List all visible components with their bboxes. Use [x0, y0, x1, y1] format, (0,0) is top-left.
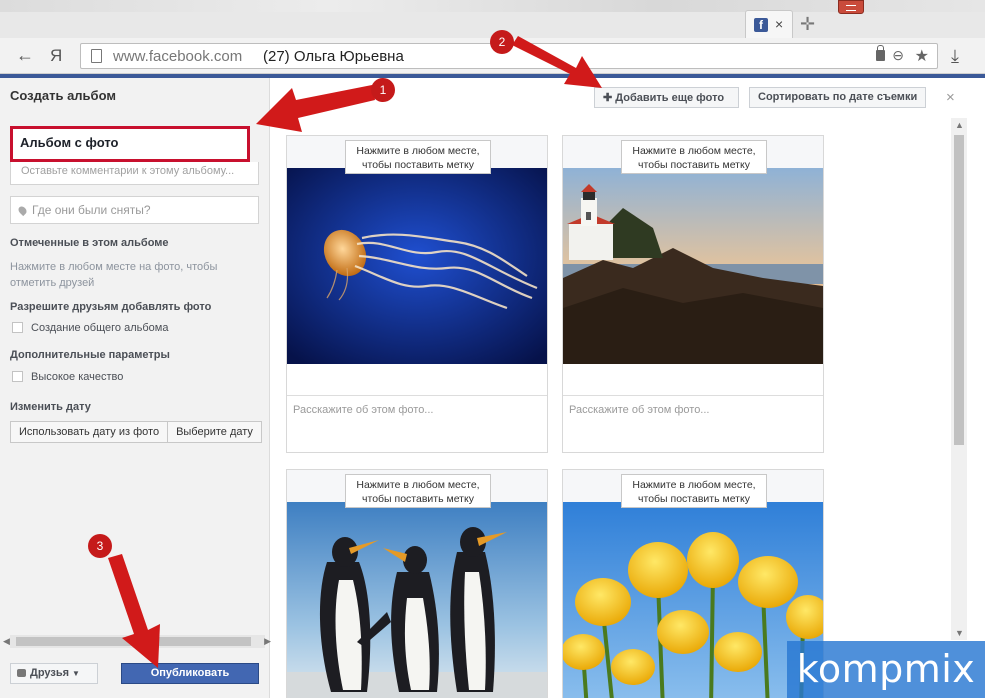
use-photo-date-button[interactable]: Использовать дату из фото — [10, 421, 169, 443]
tag-hint-tooltip: Нажмите в любом месте, чтобы поставить м… — [621, 474, 767, 508]
add-more-photos-button[interactable]: ✚ Добавить еще фото — [594, 87, 739, 108]
bookmark-star-icon[interactable]: ★ — [915, 46, 929, 66]
penguins-photo[interactable] — [287, 502, 547, 698]
photo-card-lighthouse: Нажмите в любом месте, чтобы поставить м… — [562, 135, 824, 453]
tab-close-icon[interactable]: × — [775, 16, 783, 32]
screenshot: f × ✛ ← Я www.facebook.com (27) Ольга Юр… — [0, 0, 985, 698]
lock-icon[interactable] — [876, 45, 885, 61]
scroll-up-icon[interactable]: ▲ — [955, 120, 964, 130]
scroll-right-icon[interactable]: ▶ — [264, 636, 271, 647]
tag-hint-tooltip: Нажмите в любом месте, чтобы поставить м… — [345, 474, 491, 508]
friends-icon — [17, 669, 26, 677]
photo-card-tulips: Нажмите в любом месте, чтобы поставить м… — [562, 469, 824, 698]
location-input[interactable]: Где они были сняты? — [10, 196, 259, 224]
shared-album-checkbox[interactable] — [12, 322, 23, 333]
choose-date-button[interactable]: Выберите дату — [168, 421, 262, 443]
photo-caption-input[interactable]: Расскажите об этом фото... — [563, 395, 823, 453]
vertical-scrollbar[interactable]: ▲ ▼ — [951, 118, 967, 640]
tulips-photo[interactable] — [563, 502, 823, 698]
download-icon[interactable]: ⤓ — [951, 46, 959, 67]
scroll-left-icon[interactable]: ◀ — [3, 636, 10, 647]
location-pin-icon — [16, 204, 29, 217]
tag-hint-line2: чтобы поставить метку — [362, 159, 474, 171]
high-quality-option[interactable]: Высокое качество — [12, 371, 123, 383]
privacy-label: Друзья — [30, 667, 70, 679]
close-icon[interactable]: × — [946, 89, 955, 106]
watermark-text: kompmix — [796, 647, 976, 691]
tag-hint-line1: Нажмите в любом месте, — [632, 145, 756, 157]
publish-button[interactable]: Опубликовать — [121, 663, 259, 684]
step-marker-1: 1 — [371, 78, 395, 102]
dialog-title: Создать альбом — [10, 88, 116, 103]
photo-card-penguins: Нажмите в любом месте, чтобы поставить м… — [286, 469, 548, 698]
horizontal-scrollbar[interactable]: ◀ ▶ — [3, 635, 271, 648]
tagged-hint: Нажмите в любом месте на фото, чтобы отм… — [10, 261, 218, 289]
url-host: www.facebook.com — [113, 48, 243, 65]
tag-hint-line2: чтобы поставить метку — [638, 159, 750, 171]
tag-hint-line2: чтобы поставить метку — [638, 493, 750, 505]
sort-by-date-button[interactable]: Сортировать по дате съемки — [749, 87, 926, 108]
tag-hint-line1: Нажмите в любом месте, — [356, 479, 480, 491]
browser-tabstrip: f × ✛ — [0, 0, 985, 38]
high-quality-label: Высокое качество — [31, 371, 124, 383]
lighthouse-photo[interactable] — [563, 168, 823, 364]
facebook-favicon-icon: f — [754, 18, 768, 32]
kompmix-watermark: kompmix — [787, 641, 985, 698]
album-description-input[interactable]: Оставьте комментарии к этому альбому... — [10, 162, 259, 185]
add-photos-label: Добавить еще фото — [615, 92, 725, 104]
change-date-label: Изменить дату — [10, 401, 91, 413]
album-name-input[interactable]: Альбом с фото — [10, 126, 250, 162]
jellyfish-photo[interactable] — [287, 168, 547, 364]
allow-friends-label: Разрешите друзьям добавлять фото — [10, 301, 212, 313]
new-tab-icon[interactable]: ✛ — [800, 14, 815, 35]
url-page-title: (27) Ольга Юрьевна — [263, 48, 404, 65]
shared-album-label: Создание общего альбома — [31, 322, 169, 334]
tag-hint-line1: Нажмите в любом месте, — [632, 479, 756, 491]
scroll-down-icon[interactable]: ▼ — [955, 628, 964, 638]
tag-hint-line1: Нажмите в любом месте, — [356, 145, 480, 157]
shared-album-option[interactable]: Создание общего альбома — [12, 322, 168, 334]
date-button-group: Использовать дату из фото Выберите дату — [10, 421, 262, 443]
tag-hint-tooltip: Нажмите в любом месте, чтобы поставить м… — [345, 140, 491, 174]
step-marker-3: 3 — [88, 534, 112, 558]
photo-card-jellyfish: Нажмите в любом месте, чтобы поставить м… — [286, 135, 548, 453]
tag-hint-line2: чтобы поставить метку — [362, 493, 474, 505]
plus-icon: ✚ — [603, 92, 616, 104]
browser-tab-facebook[interactable]: f × — [745, 10, 793, 38]
advanced-options-label: Дополнительные параметры — [10, 349, 170, 361]
search-icon[interactable]: ⊖ — [892, 47, 904, 64]
window-menu-button[interactable] — [838, 0, 864, 14]
back-arrow-icon[interactable]: ← — [16, 45, 34, 66]
privacy-selector-button[interactable]: Друзья ▼ — [10, 663, 98, 684]
high-quality-checkbox[interactable] — [12, 371, 23, 382]
page-icon — [91, 49, 102, 63]
scrollbar-thumb[interactable] — [16, 637, 251, 646]
scrollbar-thumb[interactable] — [954, 135, 964, 445]
album-settings-panel: Создать альбом Альбом с фото Оставьте ко… — [0, 78, 271, 698]
step-marker-2: 2 — [490, 30, 514, 54]
tagged-section-label: Отмеченные в этом альбоме — [10, 237, 169, 249]
photo-caption-input[interactable]: Расскажите об этом фото... — [287, 395, 547, 453]
yandex-button[interactable]: Я — [50, 46, 62, 66]
create-album-dialog: Создать альбом Альбом с фото Оставьте ко… — [0, 78, 985, 698]
chevron-down-icon: ▼ — [72, 669, 80, 678]
location-placeholder: Где они были сняты? — [32, 203, 151, 217]
tag-hint-tooltip: Нажмите в любом месте, чтобы поставить м… — [621, 140, 767, 174]
